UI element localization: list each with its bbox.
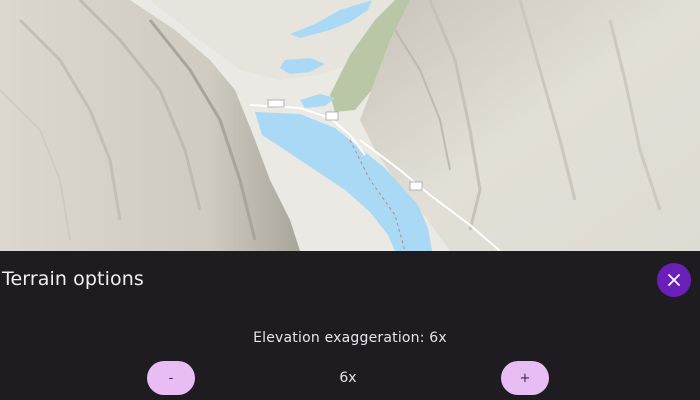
road-badge [409,181,423,191]
road-badge [267,99,285,108]
close-button[interactable] [657,263,691,297]
terrain-map-canvas[interactable] [0,0,700,251]
exaggeration-value: 6x [339,370,357,386]
panel-title: Terrain options [2,268,144,290]
elevation-exaggeration-label: Elevation exaggeration: 6x [253,330,447,346]
road-badge [325,111,339,121]
increase-exaggeration-button[interactable]: + [501,361,549,395]
decrease-exaggeration-button[interactable]: - [147,361,195,395]
close-icon [668,274,680,286]
terrain-options-panel: Terrain options Elevation exaggeration: … [0,251,700,400]
terrain-map-view[interactable] [0,0,700,251]
